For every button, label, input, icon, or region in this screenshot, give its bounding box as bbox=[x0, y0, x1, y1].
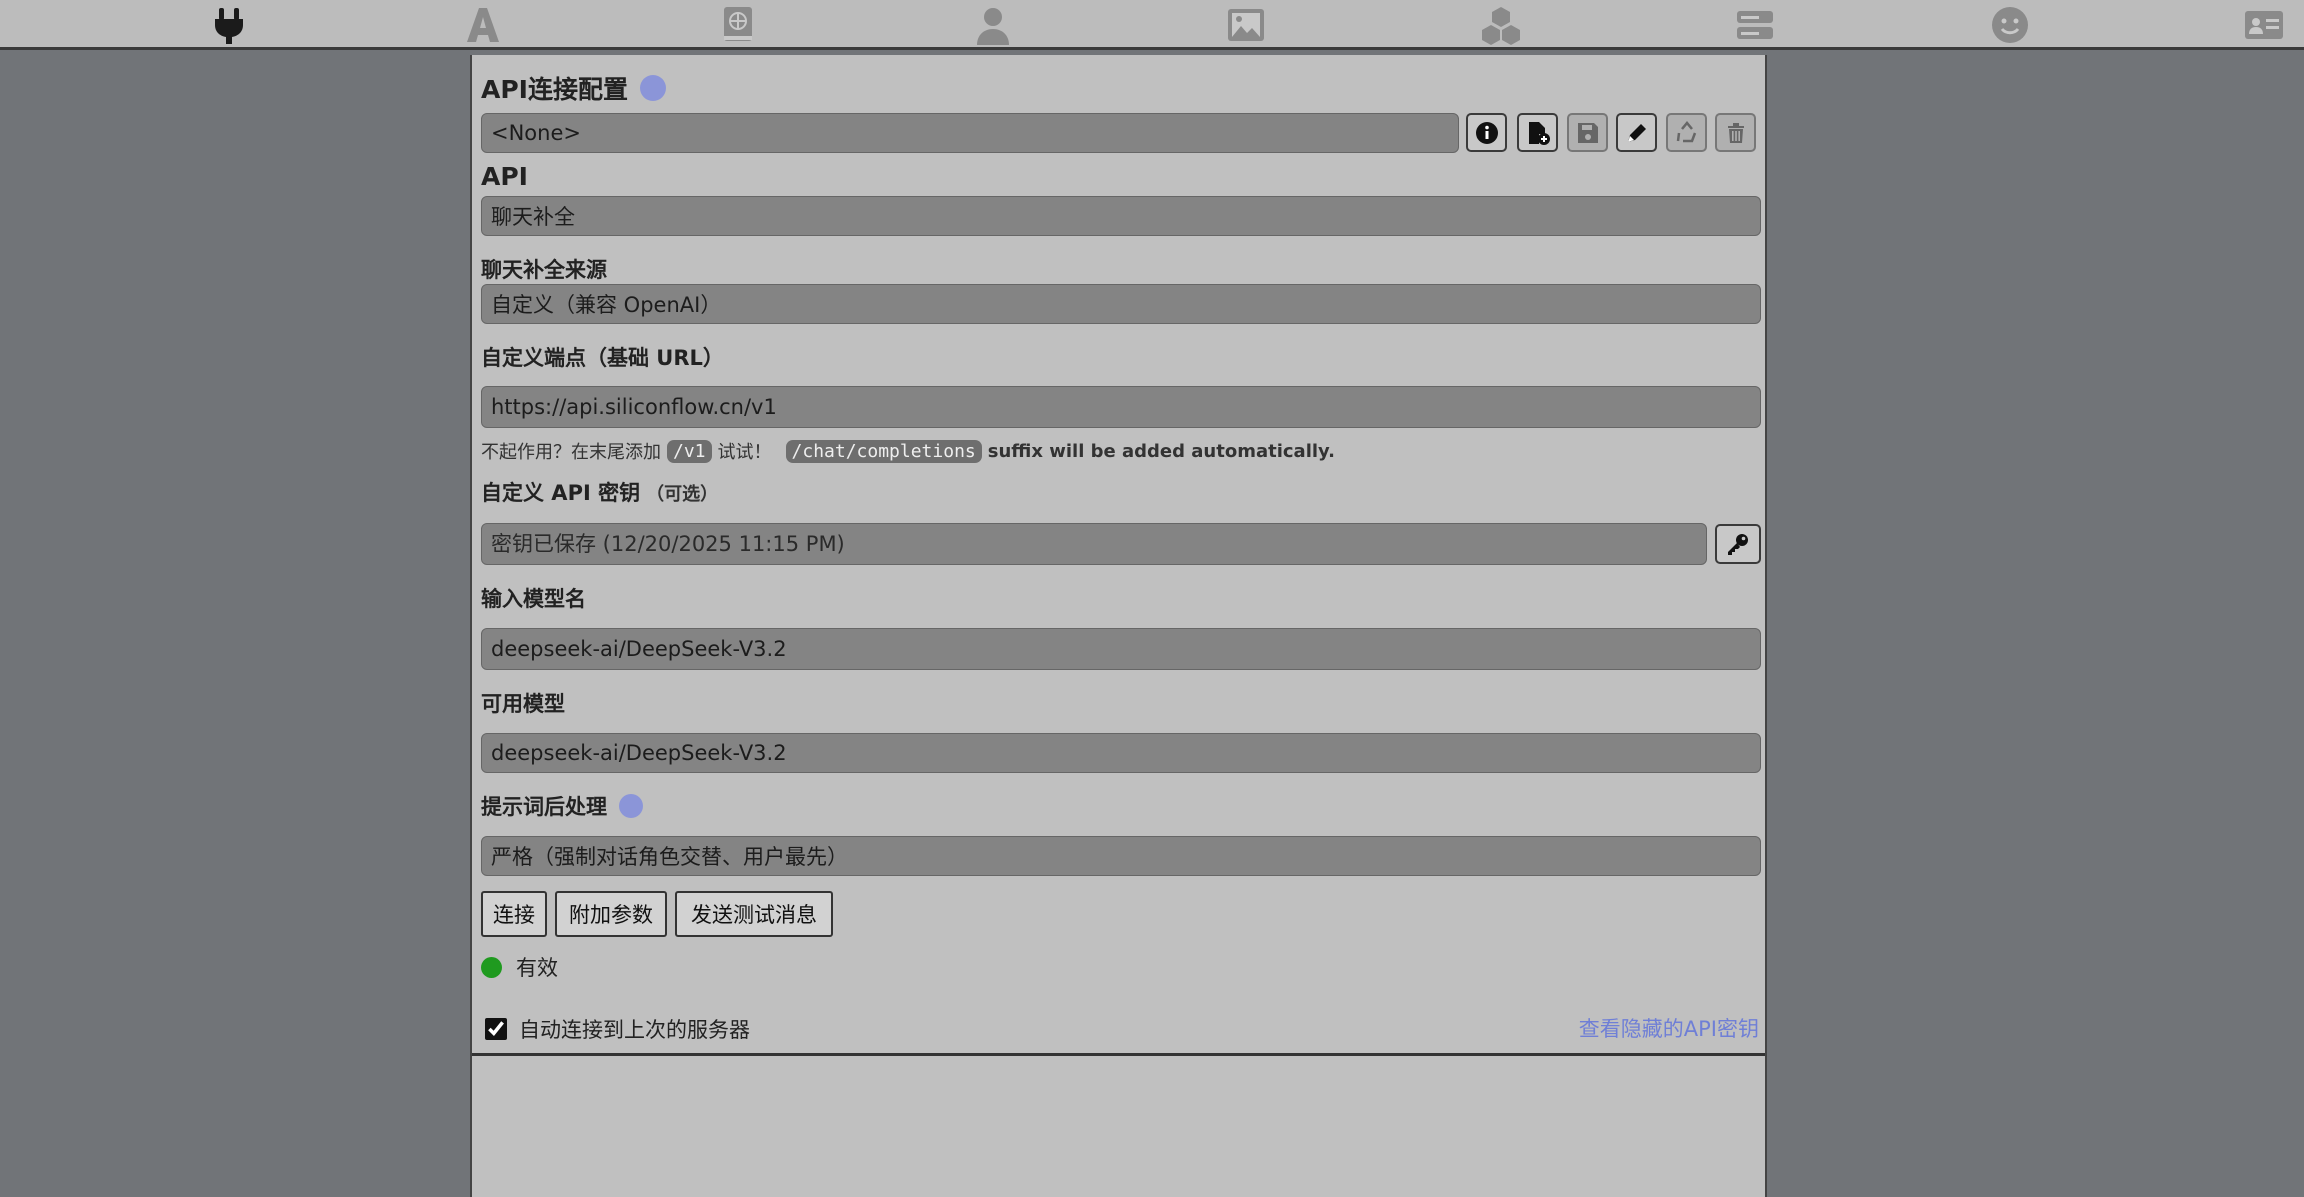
available-models-select[interactable]: deepseek-ai/DeepSeek-V3.2 bbox=[481, 733, 1761, 773]
prompt-post-processing-select[interactable]: 严格（强制对话角色交替、用户最先） bbox=[481, 836, 1761, 876]
api-key-label: 自定义 API 密钥 bbox=[481, 481, 641, 505]
info-circle-icon bbox=[1475, 121, 1498, 144]
additional-parameters-button[interactable]: 附加参数 bbox=[555, 891, 667, 937]
available-models-value: deepseek-ai/DeepSeek-V3.2 bbox=[491, 741, 787, 765]
chat-completion-source-select[interactable]: 自定义（兼容 OpenAI） bbox=[481, 284, 1761, 324]
profile-save-button[interactable] bbox=[1567, 113, 1608, 152]
key-icon bbox=[1728, 534, 1748, 555]
api-select[interactable]: 聊天补全 bbox=[481, 196, 1761, 236]
pencil-icon bbox=[1627, 123, 1646, 142]
api-connections-panel: API连接配置 <None> API 聊天补全 聊天补全来源 自定义（兼容 Op… bbox=[470, 55, 1767, 1197]
endpoint-label: 自定义端点（基础 URL） bbox=[481, 346, 724, 370]
auto-connect-label: 自动连接到上次的服务器 bbox=[519, 1018, 750, 1042]
model-name-input[interactable]: deepseek-ai/DeepSeek-V3.2 bbox=[481, 628, 1761, 670]
api-key-manage-button[interactable] bbox=[1715, 524, 1761, 564]
connection-profile-select[interactable]: <None> bbox=[481, 113, 1459, 153]
available-models-label: 可用模型 bbox=[481, 692, 565, 716]
hint-prefix: 不起作用？在末尾添加 bbox=[481, 442, 661, 463]
profile-create-button[interactable] bbox=[1517, 113, 1558, 152]
model-input-label: 输入模型名 bbox=[481, 587, 586, 611]
api-select-value: 聊天补全 bbox=[491, 205, 575, 229]
post-processing-help-icon[interactable] bbox=[619, 794, 643, 818]
trash-can-icon bbox=[1727, 122, 1744, 143]
cubes-icon[interactable] bbox=[1477, 4, 1525, 46]
panel-title: API连接配置 bbox=[481, 75, 628, 104]
source-label: 聊天补全来源 bbox=[481, 258, 607, 282]
hint-code-completions: /chat/completions bbox=[785, 439, 982, 463]
api-key-input[interactable] bbox=[481, 523, 1707, 565]
send-test-message-button[interactable]: 发送测试消息 bbox=[675, 891, 833, 937]
hint-code-v1: /v1 bbox=[667, 439, 712, 463]
endpoint-hint: 不起作用？在末尾添加 /v1 试试！ /chat/completions suf… bbox=[481, 438, 1335, 464]
source-select-value: 自定义（兼容 OpenAI） bbox=[491, 293, 722, 317]
top-navigation-bar bbox=[0, 0, 2304, 50]
view-hidden-api-keys-link[interactable]: 查看隐藏的API密钥 bbox=[1579, 1013, 1759, 1043]
model-name-value: deepseek-ai/DeepSeek-V3.2 bbox=[491, 637, 787, 661]
user-icon[interactable] bbox=[969, 4, 1017, 46]
profile-info-button[interactable] bbox=[1466, 113, 1507, 152]
profile-reload-button[interactable] bbox=[1666, 113, 1707, 152]
id-card-icon[interactable] bbox=[2240, 4, 2288, 46]
post-processing-label: 提示词后处理 bbox=[481, 795, 607, 819]
recycle-icon bbox=[1676, 120, 1696, 142]
file-circle-plus-icon bbox=[1528, 121, 1550, 145]
auto-connect-checkbox[interactable] bbox=[485, 1018, 507, 1040]
floppy-disk-icon bbox=[1577, 122, 1598, 143]
smile-icon[interactable] bbox=[1986, 4, 2034, 46]
status-indicator-icon bbox=[481, 956, 502, 978]
profile-delete-button[interactable] bbox=[1715, 113, 1756, 152]
server-icon[interactable] bbox=[1731, 4, 1779, 46]
endpoint-value: https://api.siliconflow.cn/v1 bbox=[491, 395, 777, 419]
api-key-text[interactable] bbox=[491, 532, 1697, 556]
book-atlas-icon[interactable] bbox=[714, 4, 762, 46]
profile-rename-button[interactable] bbox=[1616, 113, 1657, 152]
plug-icon[interactable] bbox=[205, 4, 253, 46]
api-label: API bbox=[481, 162, 528, 191]
post-processing-value: 严格（强制对话角色交替、用户最先） bbox=[491, 845, 848, 869]
connection-profile-value: <None> bbox=[491, 121, 581, 145]
custom-endpoint-input[interactable]: https://api.siliconflow.cn/v1 bbox=[481, 386, 1761, 428]
font-icon[interactable] bbox=[459, 4, 507, 46]
hint-mid: 试试！ bbox=[717, 442, 772, 463]
image-icon[interactable] bbox=[1222, 4, 1270, 46]
hint-suffix: suffix will be added automatically. bbox=[987, 440, 1335, 462]
help-icon[interactable] bbox=[639, 75, 666, 101]
status-text: 有效 bbox=[516, 956, 558, 980]
panel-divider bbox=[472, 1053, 1765, 1056]
api-key-optional: （可选） bbox=[646, 484, 719, 505]
connect-button[interactable]: 连接 bbox=[481, 891, 547, 937]
